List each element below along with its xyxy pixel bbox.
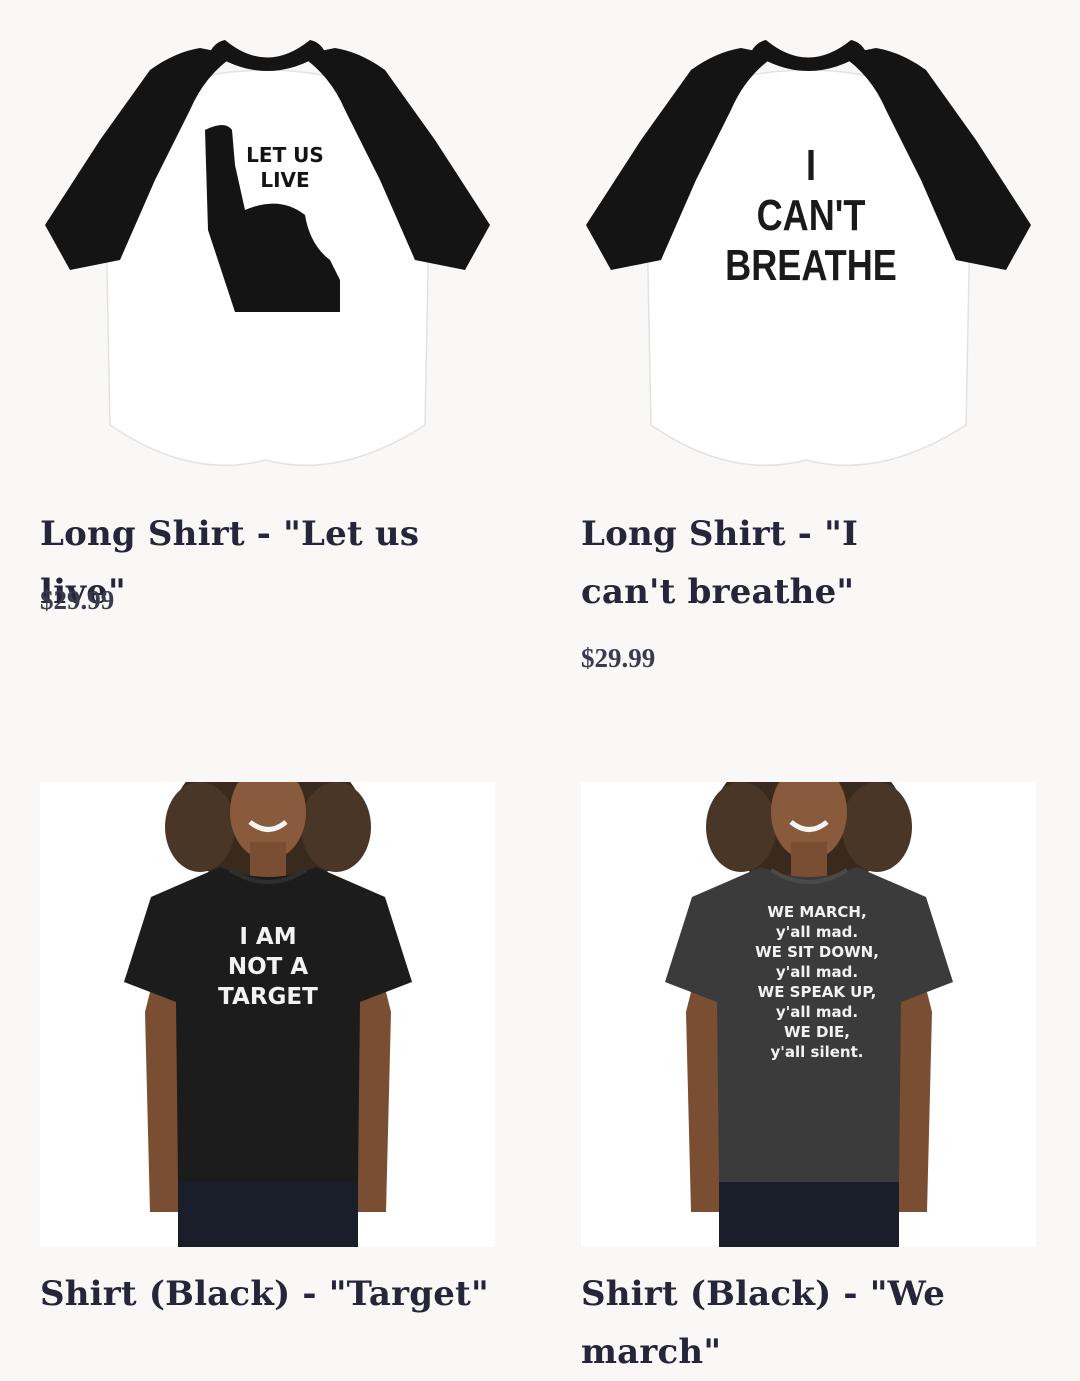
shirt-print-line: TARGET bbox=[218, 984, 318, 1010]
product-title[interactable]: Shirt (Black) - "Target" bbox=[40, 1265, 510, 1323]
product-image[interactable]: LET US LIVE bbox=[40, 30, 495, 475]
product-image[interactable]: WE MARCH, y'all mad. WE SIT DOWN, y'all … bbox=[581, 782, 1036, 1247]
model-tshirt-image: I AM NOT A TARGET bbox=[40, 782, 495, 1247]
product-price: $29.99 bbox=[581, 643, 656, 673]
shirt-print-line: WE SIT DOWN, bbox=[755, 943, 879, 961]
shirt-print-line: I bbox=[806, 141, 816, 190]
product-title[interactable]: Long Shirt - "I can't breathe" bbox=[581, 505, 961, 621]
product-image[interactable]: I CAN'T BREATHE bbox=[581, 30, 1036, 475]
shirt-print-line: y'all mad. bbox=[776, 923, 858, 941]
product-image[interactable]: I AM NOT A TARGET bbox=[40, 782, 495, 1247]
raglan-shirt-image: LET US LIVE bbox=[45, 40, 490, 467]
shirt-print-line: NOT A bbox=[228, 954, 308, 980]
shirt-print-line: WE SPEAK UP, bbox=[758, 983, 877, 1001]
shirt-print-line: WE MARCH, bbox=[767, 903, 866, 921]
shirt-print-line: y'all mad. bbox=[776, 963, 858, 981]
shirt-print-line: y'all silent. bbox=[771, 1043, 864, 1061]
product-price: $29.99 bbox=[40, 585, 115, 615]
shirt-print-line: LET US bbox=[246, 143, 324, 167]
product-grid: LET US LIVE Long Shirt - "Let us live" $… bbox=[0, 0, 1080, 1372]
shirt-print-line: CAN'T bbox=[757, 191, 866, 240]
shirt-print-line: y'all mad. bbox=[776, 1003, 858, 1021]
shirt-print-line: WE DIE, bbox=[784, 1023, 850, 1041]
shirt-print-line: I AM bbox=[239, 924, 296, 950]
product-title[interactable]: Shirt (Black) - "We march" bbox=[581, 1265, 961, 1381]
shirt-print-line: LIVE bbox=[260, 168, 309, 192]
model-tshirt-image: WE MARCH, y'all mad. WE SIT DOWN, y'all … bbox=[581, 782, 1036, 1247]
raglan-shirt-image: I CAN'T BREATHE bbox=[586, 40, 1031, 467]
shirt-print-line: BREATHE bbox=[725, 241, 897, 290]
